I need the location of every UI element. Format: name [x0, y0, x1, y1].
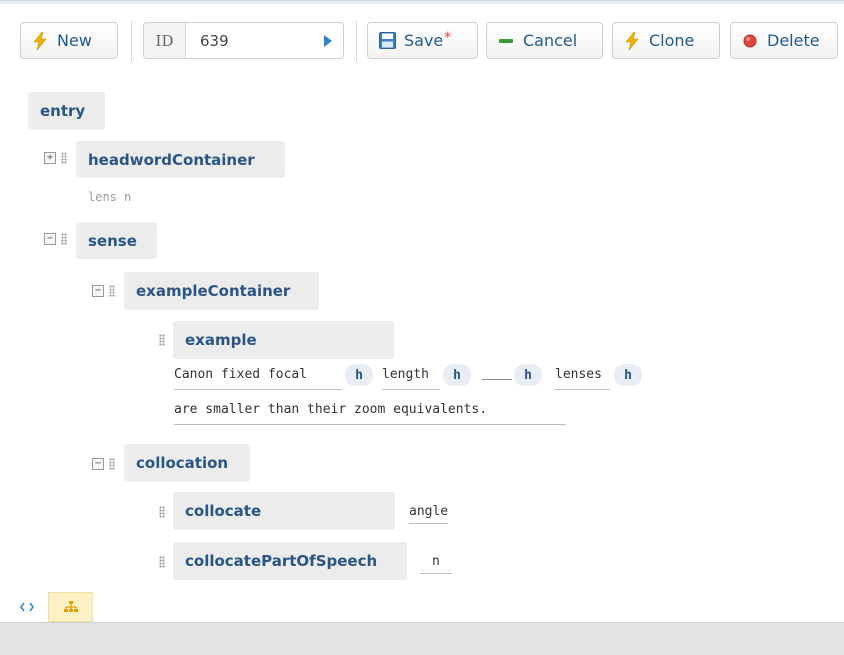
hierarchy-icon[interactable] — [48, 592, 93, 622]
element-headword-container[interactable]: headwordContainer — [76, 141, 285, 178]
collapse-icon[interactable]: − — [92, 285, 104, 297]
play-arrow-icon[interactable] — [313, 34, 343, 47]
text-underline — [174, 424, 566, 425]
new-label: New — [57, 31, 92, 50]
save-label: Save — [404, 31, 444, 50]
element-collocate-part-of-speech[interactable]: collocatePartOfSpeech — [173, 542, 407, 580]
drag-handle-icon[interactable] — [159, 506, 165, 518]
text-underline — [555, 389, 610, 390]
new-button[interactable]: New — [20, 22, 118, 59]
drag-handle-icon[interactable] — [61, 233, 67, 245]
toolbar: New ID 639 Save * Cancel Clone Delete — [0, 6, 844, 78]
floppy-disk-icon — [378, 32, 396, 50]
text-underline — [382, 389, 440, 390]
element-sense[interactable]: sense — [76, 222, 157, 259]
inline-h-element[interactable]: h — [345, 364, 373, 386]
cancel-label: Cancel — [523, 31, 578, 50]
element-collocation[interactable]: collocation — [124, 444, 250, 482]
inline-h-element[interactable]: h — [614, 364, 642, 386]
inline-h-element[interactable]: h — [443, 364, 471, 386]
lightning-icon — [31, 31, 49, 50]
top-border — [0, 0, 844, 4]
example-text-segment[interactable]: Canon fixed focal — [174, 367, 307, 382]
example-text-segment[interactable]: length — [382, 367, 429, 382]
minus-icon — [497, 32, 515, 50]
element-example[interactable]: example — [173, 321, 394, 359]
toolbar-separator — [131, 20, 132, 62]
code-icon[interactable] — [14, 592, 40, 622]
clone-label: Clone — [649, 31, 695, 50]
unsaved-marker: * — [444, 29, 452, 46]
collocate-value[interactable]: angle — [409, 504, 449, 524]
red-circle-icon — [741, 32, 759, 50]
clone-button[interactable]: Clone — [612, 22, 720, 59]
drag-handle-icon[interactable] — [159, 334, 165, 346]
status-bar — [0, 622, 844, 655]
text-underline — [174, 389, 342, 390]
cancel-button[interactable]: Cancel — [486, 22, 603, 59]
drag-handle-icon[interactable] — [159, 556, 165, 568]
example-text-segment[interactable]: are smaller than their zoom equivalents. — [174, 402, 487, 417]
element-example-container[interactable]: exampleContainer — [124, 272, 319, 310]
delete-label: Delete — [767, 31, 820, 50]
lightning-icon — [623, 31, 641, 50]
collocate-pos-value[interactable]: n — [420, 554, 452, 574]
view-switcher — [0, 592, 844, 622]
collapse-icon[interactable]: − — [92, 458, 104, 470]
collapse-icon[interactable]: − — [44, 233, 56, 245]
delete-button[interactable]: Delete — [730, 22, 838, 59]
toolbar-separator — [356, 20, 357, 62]
example-text-segment[interactable]: lenses — [555, 367, 602, 382]
drag-handle-icon[interactable] — [109, 285, 115, 297]
drag-handle-icon[interactable] — [109, 458, 115, 470]
headword-preview: lens n — [88, 190, 132, 204]
drag-handle-icon[interactable] — [61, 152, 67, 164]
id-field[interactable]: ID 639 — [143, 22, 344, 59]
id-label: ID — [144, 23, 186, 58]
save-button[interactable]: Save * — [367, 22, 478, 59]
element-entry[interactable]: entry — [28, 92, 105, 130]
inline-h-element[interactable]: h — [514, 364, 542, 386]
expand-icon[interactable]: + — [44, 152, 56, 164]
empty-text-slot[interactable] — [482, 379, 512, 380]
id-value[interactable]: 639 — [186, 32, 313, 50]
element-collocate[interactable]: collocate — [173, 492, 395, 530]
